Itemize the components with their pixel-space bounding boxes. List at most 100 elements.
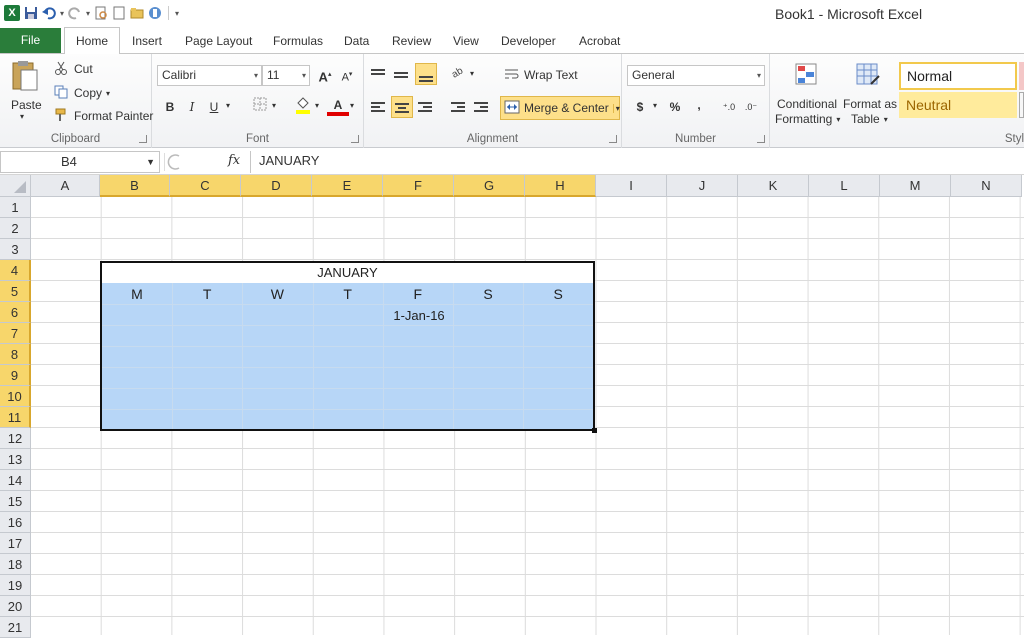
font-name-select[interactable]: Calibri ▾ — [157, 65, 262, 86]
fill-handle[interactable] — [592, 428, 597, 433]
paste-icon[interactable] — [10, 60, 40, 96]
calendar-title-cell[interactable]: JANUARY — [102, 263, 593, 283]
bottom-align-button[interactable] — [415, 63, 437, 85]
font-color-dropdown-icon[interactable]: ▾ — [350, 101, 354, 110]
column-header-g[interactable]: G — [454, 175, 525, 197]
day-header-cell[interactable]: M — [102, 284, 172, 305]
top-align-button[interactable] — [368, 63, 390, 85]
publish-icon[interactable] — [148, 6, 162, 20]
increase-decimal-button[interactable]: ⁺.0 — [718, 96, 740, 118]
new-document-icon[interactable] — [112, 6, 126, 20]
name-box-dropdown-icon[interactable]: ▼ — [146, 152, 155, 172]
font-launcher-icon[interactable] — [351, 135, 359, 143]
tab-formulas[interactable]: Formulas — [273, 31, 323, 54]
underline-button[interactable]: U — [203, 96, 225, 118]
column-header-a[interactable]: A — [31, 175, 100, 197]
customize-qat-icon[interactable]: ▾ — [175, 9, 179, 18]
italic-button[interactable]: I — [181, 96, 203, 118]
middle-align-button[interactable] — [391, 63, 413, 85]
paste-button[interactable]: Paste — [11, 98, 42, 112]
tab-insert[interactable]: Insert — [132, 31, 162, 54]
row-header-18[interactable]: 18 — [0, 554, 31, 575]
row-header-17[interactable]: 17 — [0, 533, 31, 554]
column-header-l[interactable]: L — [809, 175, 880, 197]
select-all-button[interactable] — [0, 175, 31, 197]
style-calc-swatch[interactable] — [1019, 92, 1024, 118]
percent-button[interactable]: % — [664, 96, 686, 118]
fill-color-dropdown-icon[interactable]: ▾ — [315, 101, 319, 110]
column-header-j[interactable]: J — [667, 175, 738, 197]
style-neutral[interactable]: Neutral — [899, 92, 1017, 118]
row-header-19[interactable]: 19 — [0, 575, 31, 596]
conditional-formatting-label[interactable]: Conditional — [777, 97, 837, 111]
format-as-table-icon[interactable] — [855, 62, 881, 91]
bold-button[interactable]: B — [159, 96, 181, 118]
row-header-3[interactable]: 3 — [0, 239, 31, 260]
merge-center-dropdown-icon[interactable]: ▾ — [612, 103, 620, 113]
row-header-20[interactable]: 20 — [0, 596, 31, 617]
conditional-formatting-label-2[interactable]: Formatting ▾ — [775, 112, 840, 126]
formula-input[interactable]: JANUARY — [250, 151, 1024, 173]
print-preview-icon[interactable] — [94, 6, 108, 20]
font-color-button[interactable]: A — [327, 96, 349, 116]
grow-font-button[interactable]: A▴ — [314, 64, 336, 86]
row-header-14[interactable]: 14 — [0, 470, 31, 491]
column-header-i[interactable]: I — [596, 175, 667, 197]
underline-dropdown-icon[interactable]: ▾ — [226, 101, 230, 110]
row-header-16[interactable]: 16 — [0, 512, 31, 533]
currency-dropdown-icon[interactable]: ▾ — [653, 101, 657, 110]
day-header-cell[interactable]: T — [172, 284, 242, 305]
column-header-b[interactable]: B — [100, 175, 170, 197]
day-header-cell[interactable]: S — [523, 284, 593, 305]
alignment-launcher-icon[interactable] — [609, 135, 617, 143]
column-header-n[interactable]: N — [951, 175, 1022, 197]
row-header-5[interactable]: 5 — [0, 281, 31, 302]
row-header-8[interactable]: 8 — [0, 344, 31, 365]
name-box[interactable]: B4 ▼ — [0, 151, 160, 173]
column-header-e[interactable]: E — [312, 175, 383, 197]
row-header-12[interactable]: 12 — [0, 428, 31, 449]
day-header-cell[interactable]: T — [313, 284, 383, 305]
decrease-indent-button[interactable] — [448, 96, 470, 118]
orientation-button[interactable]: ab — [448, 63, 470, 85]
style-bad-swatch[interactable] — [1019, 62, 1024, 90]
undo-dropdown-icon[interactable]: ▾ — [60, 9, 64, 18]
row-header-9[interactable]: 9 — [0, 365, 31, 386]
calendar-range[interactable]: JANUARY MTWTFSS 1-Jan-16 — [100, 261, 595, 431]
currency-button[interactable]: $ — [629, 96, 651, 118]
row-header-10[interactable]: 10 — [0, 386, 31, 407]
column-header-f[interactable]: F — [383, 175, 454, 197]
copy-button[interactable]: Copy ▾ — [54, 85, 110, 101]
conditional-formatting-icon[interactable] — [794, 62, 820, 91]
row-header-2[interactable]: 2 — [0, 218, 31, 239]
fill-color-button[interactable] — [292, 96, 314, 118]
merge-center-button[interactable]: Merge & Center ▾ — [500, 96, 620, 120]
tab-review[interactable]: Review — [392, 31, 431, 54]
align-left-button[interactable] — [368, 96, 390, 118]
row-header-4[interactable]: 4 — [0, 260, 31, 281]
borders-dropdown-icon[interactable]: ▾ — [272, 101, 276, 110]
tab-home[interactable]: Home — [64, 27, 120, 55]
orientation-dropdown-icon[interactable]: ▾ — [470, 69, 474, 78]
row-header-15[interactable]: 15 — [0, 491, 31, 512]
column-header-h[interactable]: H — [525, 175, 596, 197]
column-header-c[interactable]: C — [170, 175, 241, 197]
number-launcher-icon[interactable] — [757, 135, 765, 143]
tab-acrobat[interactable]: Acrobat — [579, 31, 620, 54]
paste-dropdown-icon[interactable]: ▾ — [20, 112, 24, 121]
column-header-k[interactable]: K — [738, 175, 809, 197]
tab-file[interactable]: File — [0, 28, 61, 53]
redo-dropdown-icon[interactable]: ▾ — [86, 9, 90, 18]
clipboard-launcher-icon[interactable] — [139, 135, 147, 143]
save-icon[interactable] — [24, 6, 38, 20]
redo-icon[interactable] — [68, 6, 82, 20]
tab-view[interactable]: View — [453, 31, 479, 54]
day-header-cell[interactable]: F — [383, 284, 453, 305]
copy-dropdown-icon[interactable]: ▾ — [106, 89, 110, 98]
row-header-7[interactable]: 7 — [0, 323, 31, 344]
column-header-d[interactable]: D — [241, 175, 312, 197]
insert-function-button[interactable]: fx — [228, 153, 240, 168]
undo-icon[interactable] — [42, 6, 56, 20]
align-right-button[interactable] — [415, 96, 437, 118]
style-normal[interactable]: Normal — [899, 62, 1017, 90]
